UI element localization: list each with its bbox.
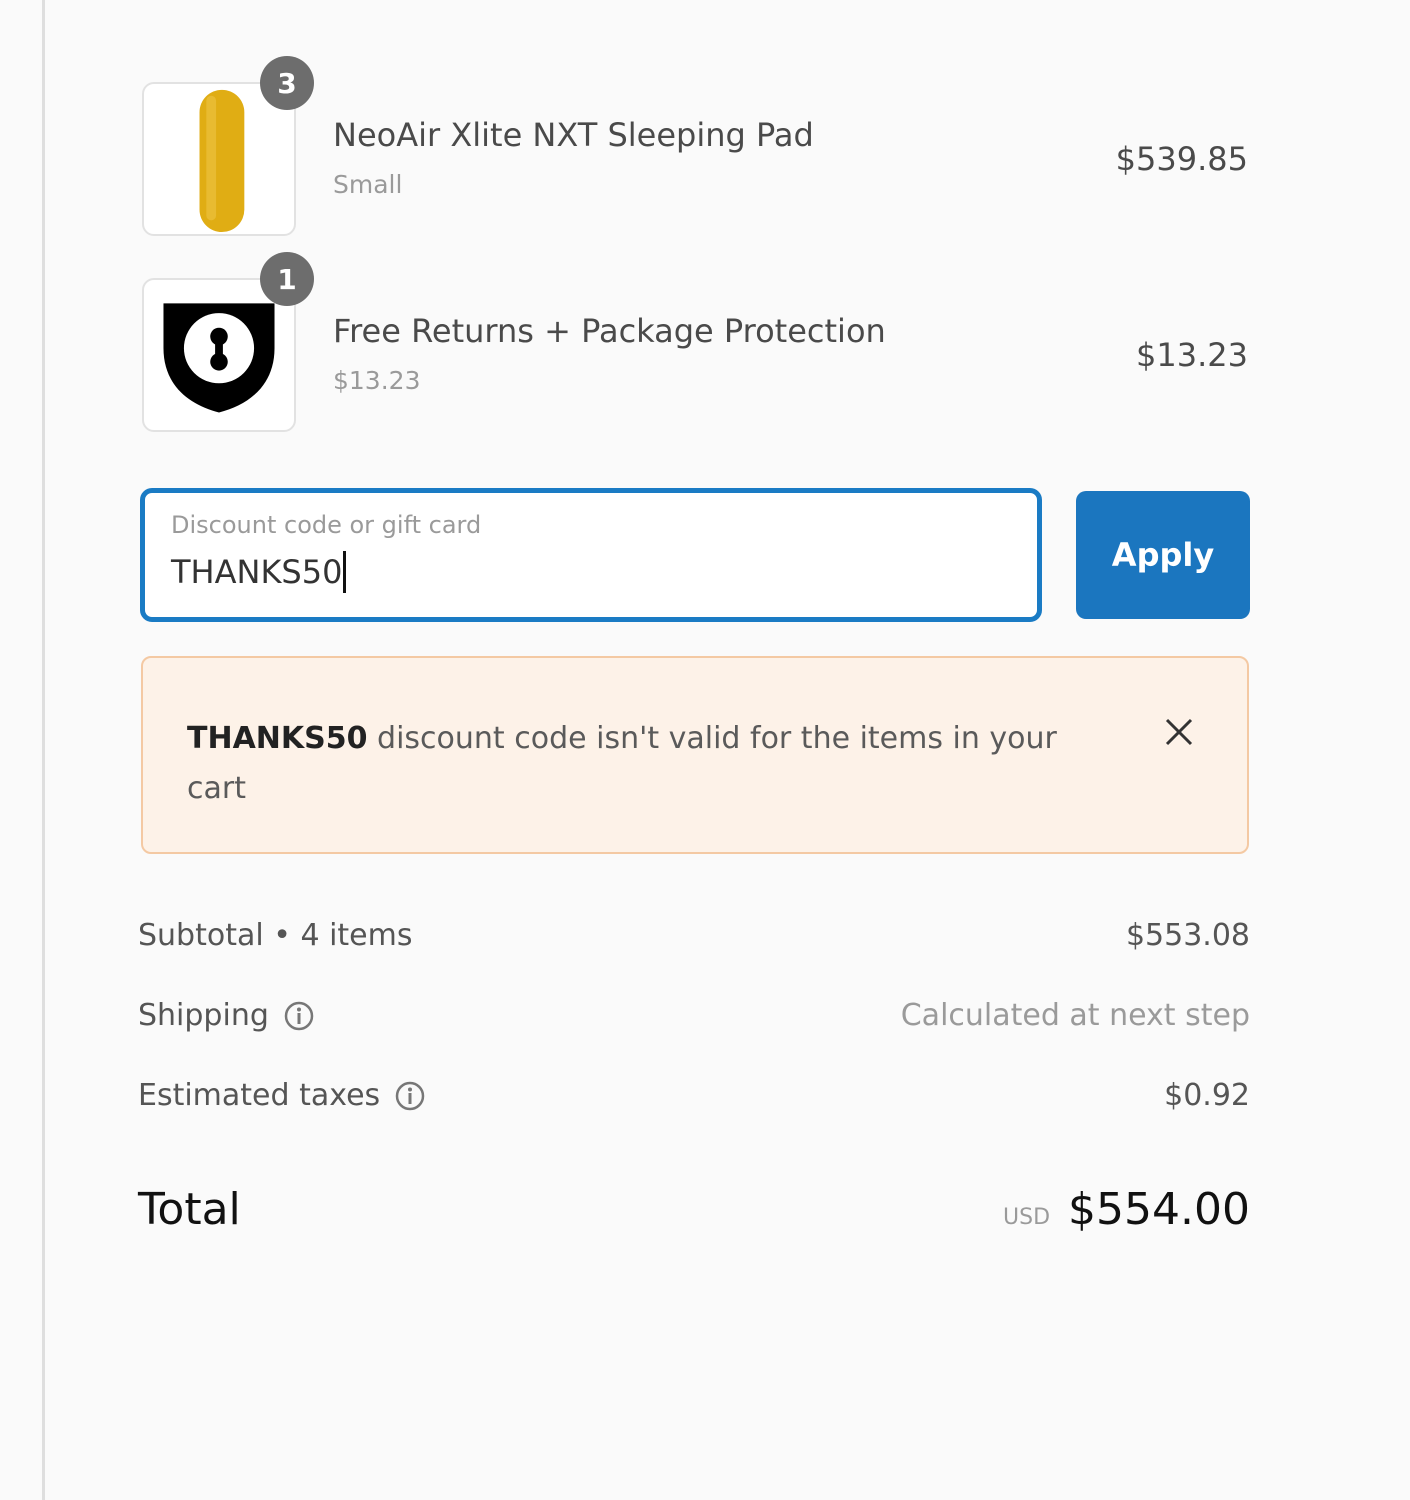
shipping-row: Shipping Calculated at next step bbox=[138, 998, 1250, 1048]
product-name: Free Returns + Package Protection bbox=[333, 312, 886, 350]
subtotal-value: $553.08 bbox=[1125, 918, 1250, 953]
discount-field-label: Discount code or gift card bbox=[171, 511, 482, 539]
close-icon bbox=[1165, 718, 1193, 746]
discount-code-field[interactable]: Discount code or gift card THANKS50 bbox=[140, 488, 1042, 622]
taxes-info-icon[interactable] bbox=[394, 1080, 426, 1112]
product-price: $539.85 bbox=[1115, 140, 1248, 178]
subtotal-row: Subtotal • 4 items $553.08 bbox=[138, 918, 1250, 968]
product-unit-price: $13.23 bbox=[333, 366, 421, 395]
shipping-value: Calculated at next step bbox=[900, 998, 1250, 1033]
shipping-label: Shipping bbox=[138, 998, 269, 1033]
error-message: THANKS50 discount code isn't valid for t… bbox=[187, 714, 1087, 814]
quantity-badge: 1 bbox=[260, 252, 314, 306]
discount-code-value: THANKS50 bbox=[171, 553, 343, 591]
taxes-label-wrap: Estimated taxes bbox=[138, 1078, 426, 1113]
product-variant: Small bbox=[333, 170, 403, 199]
total-row: Total USD $554.00 bbox=[138, 1184, 1250, 1244]
quantity-badge: 3 bbox=[260, 56, 314, 110]
apply-discount-button[interactable]: Apply bbox=[1076, 491, 1250, 619]
taxes-row: Estimated taxes $0.92 bbox=[138, 1078, 1250, 1128]
close-error-button[interactable] bbox=[1159, 712, 1199, 752]
total-label: Total bbox=[138, 1184, 241, 1235]
line-item-package-protection: 1 Free Returns + Package Protection $13.… bbox=[140, 252, 1250, 438]
taxes-value: $0.92 bbox=[1164, 1078, 1250, 1113]
discount-code-input[interactable]: THANKS50 bbox=[171, 551, 347, 593]
line-item-sleeping-pad: 3 NeoAir Xlite NXT Sleeping Pad Small $5… bbox=[140, 56, 1250, 242]
total-amount-wrap: USD $554.00 bbox=[1003, 1184, 1250, 1235]
discount-error-banner: THANKS50 discount code isn't valid for t… bbox=[141, 656, 1249, 854]
shipping-label-wrap: Shipping bbox=[138, 998, 315, 1033]
product-name: NeoAir Xlite NXT Sleeping Pad bbox=[333, 116, 814, 154]
error-code: THANKS50 bbox=[187, 721, 368, 756]
subtotal-label: Subtotal • 4 items bbox=[138, 918, 413, 953]
taxes-label: Estimated taxes bbox=[138, 1078, 381, 1113]
product-price: $13.23 bbox=[1136, 336, 1248, 374]
currency-code: USD bbox=[1003, 1205, 1051, 1230]
shipping-info-icon[interactable] bbox=[283, 1000, 315, 1032]
total-amount: $554.00 bbox=[1068, 1184, 1250, 1235]
panel-divider bbox=[42, 0, 45, 1500]
text-caret bbox=[343, 551, 347, 593]
